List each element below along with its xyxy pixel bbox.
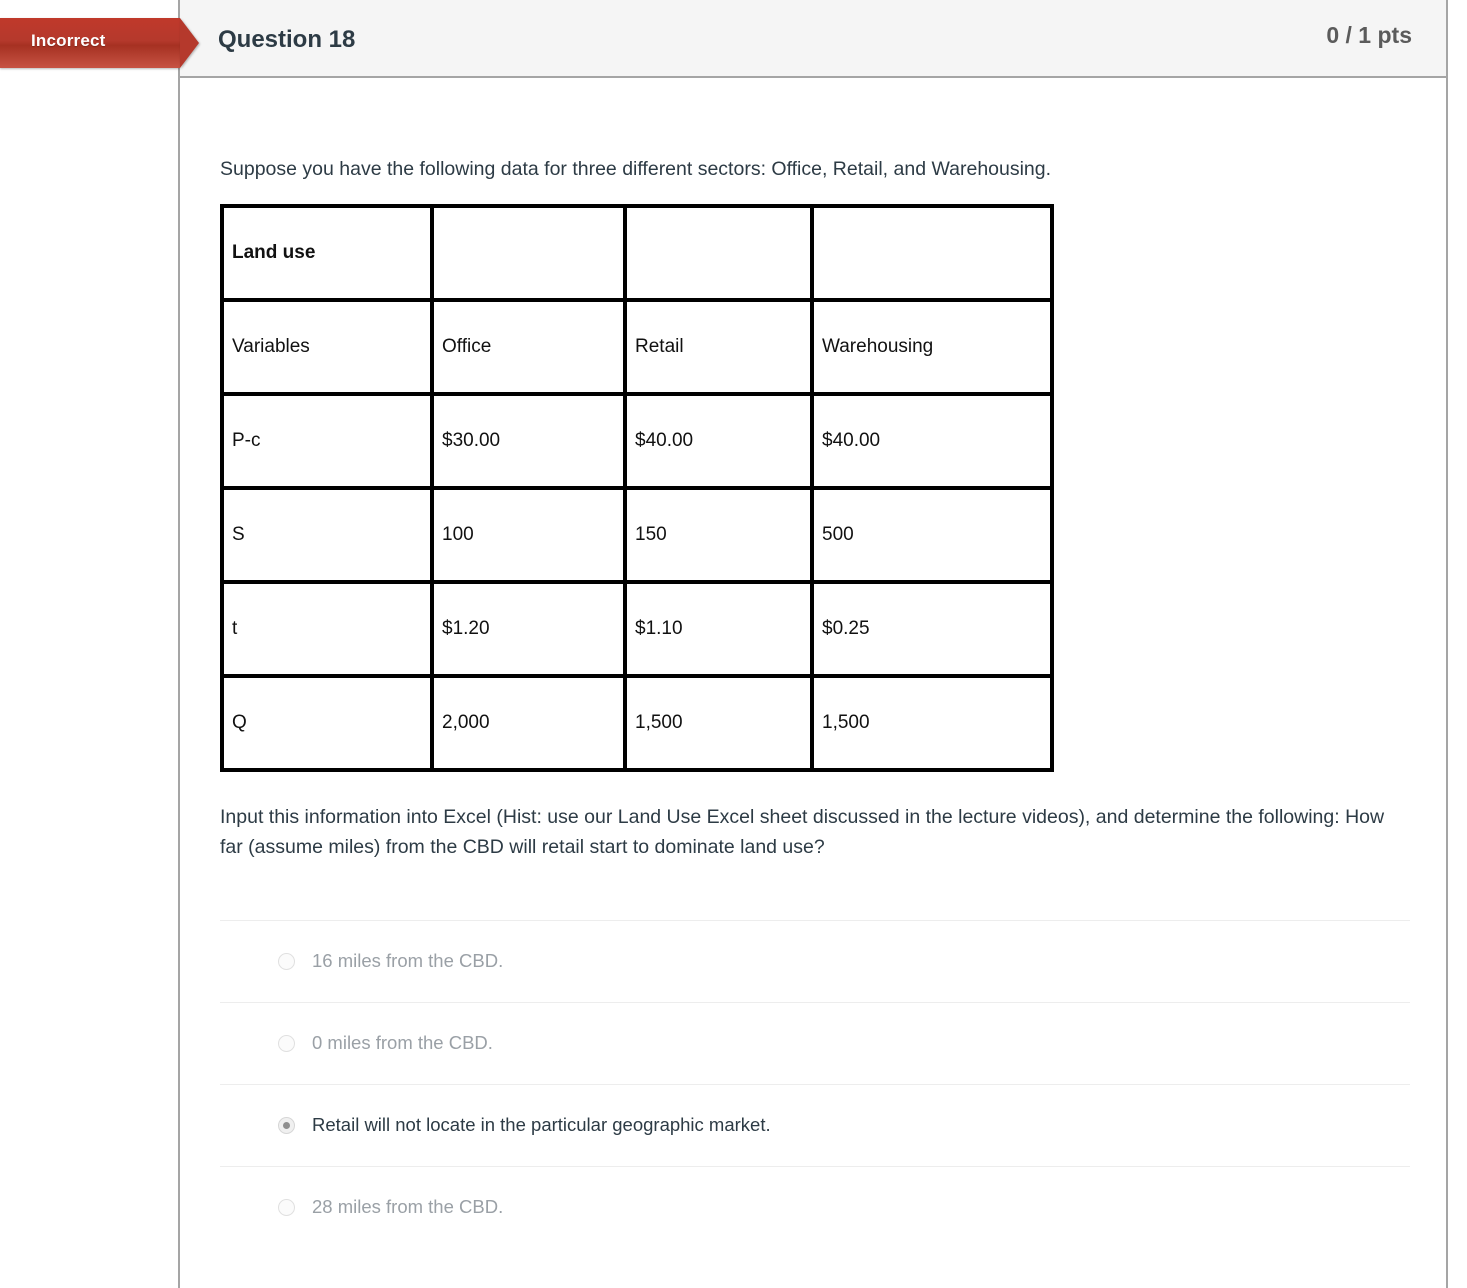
table-cell: $0.25 xyxy=(810,580,1054,678)
radio-button-icon[interactable] xyxy=(278,1035,295,1052)
table-cell: Land use xyxy=(220,204,434,302)
answer-option[interactable]: 0 miles from the CBD. xyxy=(220,1002,1410,1084)
table-cell xyxy=(623,204,814,302)
radio-button-icon[interactable] xyxy=(278,1199,295,1216)
table-cell: 100 xyxy=(430,486,627,584)
table-cell: P-c xyxy=(220,392,434,490)
table-cell: 1,500 xyxy=(810,674,1054,772)
question-instruction-text: Input this information into Excel (Hist:… xyxy=(220,806,1385,858)
answer-option-label: Retail will not locate in the particular… xyxy=(312,1114,771,1135)
table-cell: 1,500 xyxy=(623,674,814,772)
table-cell: t xyxy=(220,580,434,678)
table-cell: 500 xyxy=(810,486,1054,584)
answer-option-label: 16 miles from the CBD. xyxy=(312,950,504,971)
answer-option-label: 28 miles from the CBD. xyxy=(312,1196,504,1217)
table-row: Land use xyxy=(220,204,1054,302)
table-cell: 2,000 xyxy=(430,674,627,772)
radio-button-selected-icon[interactable] xyxy=(278,1117,295,1134)
answer-option-label: 0 miles from the CBD. xyxy=(312,1032,493,1053)
radio-button-icon[interactable] xyxy=(278,953,295,970)
question-header: Question 18 0 / 1 pts xyxy=(180,0,1446,78)
table-row: P-c $30.00 $40.00 $40.00 xyxy=(220,392,1054,490)
status-flag: Incorrect xyxy=(0,18,199,68)
table-cell: Variables xyxy=(220,298,434,396)
table-cell: $40.00 xyxy=(623,392,814,490)
table-cell: Warehousing xyxy=(810,298,1054,396)
table-body: Land use Variables Office Retail Warehou… xyxy=(220,204,1054,772)
table-cell xyxy=(430,204,627,302)
table-cell: Retail xyxy=(623,298,814,396)
points-badge: 0 / 1 pts xyxy=(1326,22,1412,48)
land-use-data-table: Land use Variables Office Retail Warehou… xyxy=(220,204,1054,772)
question-intro-text: Suppose you have the following data for … xyxy=(220,158,1052,180)
question-card: Question 18 0 / 1 pts Suppose you have t… xyxy=(178,0,1448,1288)
table-cell: Q xyxy=(220,674,434,772)
table-cell: Office xyxy=(430,298,627,396)
table-cell xyxy=(810,204,1054,302)
table-cell: $30.00 xyxy=(430,392,627,490)
table-cell: $1.20 xyxy=(430,580,627,678)
table-cell: S xyxy=(220,486,434,584)
answer-option[interactable]: 16 miles from the CBD. xyxy=(220,920,1410,1002)
page-title: Question 18 xyxy=(218,26,356,53)
answer-option-selected[interactable]: Retail will not locate in the particular… xyxy=(220,1084,1410,1166)
table-row: Variables Office Retail Warehousing xyxy=(220,298,1054,396)
table-row: t $1.20 $1.10 $0.25 xyxy=(220,580,1054,678)
table-cell: $40.00 xyxy=(810,392,1054,490)
status-flag-arrow-icon xyxy=(180,18,199,68)
quiz-question-page: Question 18 0 / 1 pts Suppose you have t… xyxy=(0,0,1467,1288)
table-row: S 100 150 500 xyxy=(220,486,1054,584)
status-badge: Incorrect xyxy=(31,31,106,50)
answer-options-list: 16 miles from the CBD. 0 miles from the … xyxy=(220,920,1410,1248)
table-row: Q 2,000 1,500 1,500 xyxy=(220,674,1054,772)
table-cell: 150 xyxy=(623,486,814,584)
answer-option[interactable]: 28 miles from the CBD. xyxy=(220,1166,1410,1248)
table-cell: $1.10 xyxy=(623,580,814,678)
